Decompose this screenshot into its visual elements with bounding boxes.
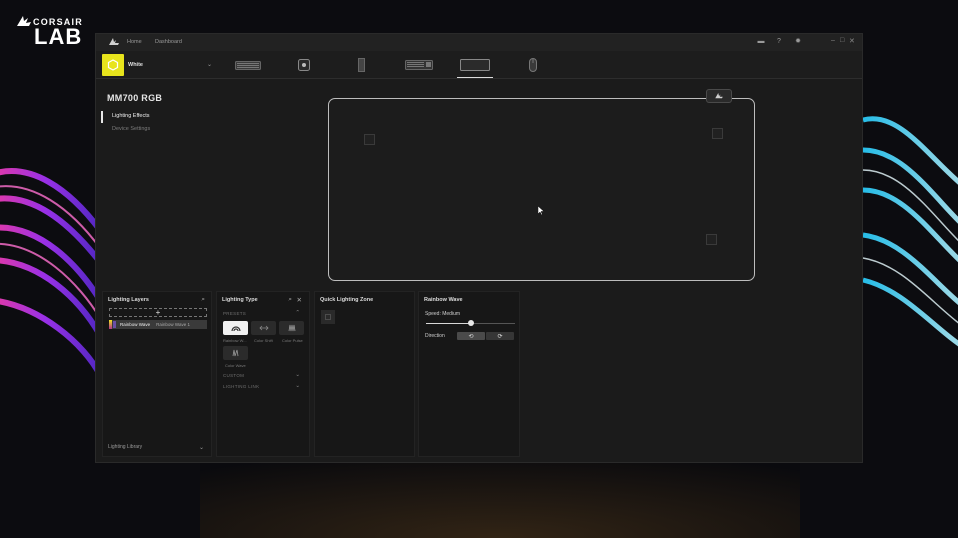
presets-header[interactable]: PRESETS [223,311,246,316]
mousepad-hub-tab [706,89,732,103]
chevron-up-icon[interactable]: ⌃ [295,310,300,316]
lighting-layers-panel: Lighting Layers ⌕ + Rainbow Wave Rainbow… [102,291,212,457]
chevron-down-icon[interactable]: ⌄ [295,383,300,389]
icue-window: Home Dashboard ▬ ? ✹ – □ ✕ White ⌄ MM700… [95,33,863,463]
settings-gear-icon[interactable]: ✹ [794,38,802,46]
nav-dashboard[interactable]: Dashboard [155,39,182,45]
color-wave-icon [232,349,238,357]
device-hub-icon[interactable] [297,57,311,73]
layer-color-chip [113,321,116,328]
corsair-sail-icon [17,16,31,26]
effect-label: Color Shift [254,338,273,343]
color-pulse-icon [288,324,295,332]
direction-clockwise-button[interactable]: ⟳ [486,332,514,340]
layer-subname: Rainbow Wave 1 [156,322,190,327]
device-keyboard-icon[interactable] [234,57,262,73]
chevron-down-icon[interactable]: ⌄ [295,372,300,378]
led-zone[interactable] [712,128,723,139]
minimize-button[interactable]: – [831,37,835,44]
rainbow-wave-panel: Rainbow Wave Speed: Medium Direction ⟲ ⟳ [418,291,520,457]
rainbow-icon [230,326,241,332]
search-icon[interactable]: ⌕ [201,296,205,304]
effect-color-pulse[interactable] [279,321,304,335]
speed-slider-fill [426,323,471,324]
active-nav-indicator [101,111,103,123]
effect-label: Color Wave [225,363,246,368]
layer-name: Rainbow Wave [120,322,151,327]
effect-label: Color Pulse [282,338,303,343]
device-bar: White ⌄ [96,51,862,79]
effect-color-shift[interactable] [251,321,276,335]
color-shift-icon [258,325,269,331]
effect-label: Rainbow W... [223,338,247,343]
sidebar-item-device-settings[interactable]: Device Settings [112,126,150,132]
help-icon[interactable]: ? [775,38,783,46]
brand-bottom: LAB [34,24,83,49]
corsair-logo-icon[interactable] [109,38,119,46]
profile-name[interactable]: White [128,62,143,68]
zone-tile[interactable] [321,310,335,324]
lighting-type-title: Lighting Type [222,297,258,303]
search-icon[interactable]: ⌕ [288,296,292,304]
effect-rainbow-wave[interactable] [223,321,248,335]
device-case-icon[interactable] [357,57,365,73]
device-title: MM700 RGB [107,93,163,103]
rainbow-wave-title: Rainbow Wave [424,297,463,303]
layer-color-bar [109,320,112,329]
device-mousepad-icon[interactable] [457,57,493,78]
speed-slider-thumb[interactable] [467,320,474,326]
layer-row[interactable]: Rainbow Wave Rainbow Wave 1 [109,320,207,329]
quick-lighting-zone-title: Quick Lighting Zone [320,297,374,303]
profile-swatch[interactable] [102,54,124,76]
direction-counterclockwise-button[interactable]: ⟲ [457,332,485,340]
speed-label: Speed: Medium [425,311,461,317]
led-zone[interactable] [364,134,375,145]
corsair-sail-icon [715,93,723,99]
lighting-layers-title: Lighting Layers [108,297,149,303]
lighting-type-panel: Lighting Type ⌕ ✕ PRESETS ⌃ Rainbow W...… [216,291,310,457]
maximize-button[interactable]: □ [840,37,844,44]
effect-color-wave[interactable] [223,346,248,360]
sidebar-item-lighting-effects[interactable]: Lighting Effects [112,113,150,119]
close-button[interactable]: ✕ [849,37,855,45]
custom-header[interactable]: CUSTOM [223,373,244,378]
mousepad-preview[interactable] [328,89,755,281]
hexagon-icon [107,59,119,71]
quick-lighting-zone-panel: Quick Lighting Zone [314,291,415,457]
lighting-library-label[interactable]: Lighting Library [108,444,142,450]
zone-icon [325,314,331,320]
mouse-cursor-icon [538,206,544,215]
titlebar: Home Dashboard ▬ ? ✹ – □ ✕ [96,34,862,51]
close-icon[interactable]: ✕ [297,296,302,304]
chevron-down-icon[interactable]: ⌄ [199,444,204,451]
direction-label: Direction [425,333,445,339]
nav-home[interactable]: Home [127,39,142,45]
add-layer-button[interactable]: + [109,308,207,317]
chevron-down-icon[interactable]: ⌄ [207,61,212,68]
message-icon[interactable]: ▬ [757,38,765,46]
device-mouse-icon[interactable] [528,57,537,73]
device-keyboard-full-icon[interactable] [405,57,433,73]
lighting-link-header[interactable]: LIGHTING LINK [223,384,259,389]
led-zone[interactable] [706,234,717,245]
